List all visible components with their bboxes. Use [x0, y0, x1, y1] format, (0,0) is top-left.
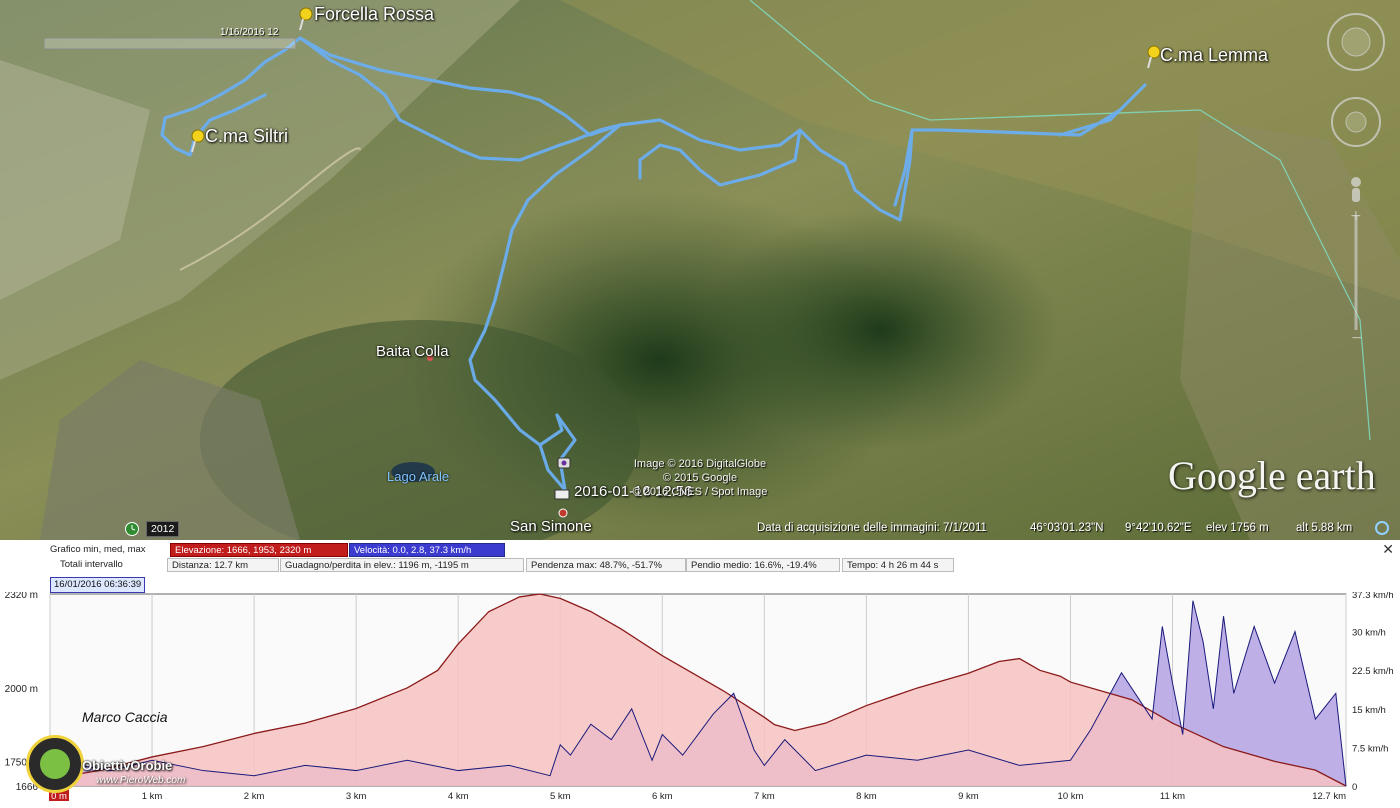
author-credit: Marco Caccia: [82, 709, 168, 725]
credit-line: © 2015 Google: [662, 472, 738, 484]
left-axis-tick-label: 2320 m: [5, 592, 38, 601]
pin-icon: [299, 7, 313, 31]
right-axis-tick-label: 22.5 km/h: [1352, 666, 1394, 677]
status-indicator-icon: [1375, 521, 1389, 535]
satellite-map-view[interactable]: 1/16/2016 12 Forcella Rossa C.ma Lemma C…: [0, 0, 1400, 540]
elevation-readout: elev 1756 m: [1206, 522, 1269, 534]
x-axis-tick-label: 1 km: [142, 791, 163, 802]
logo-name: ObiettivOrobie: [82, 758, 173, 773]
right-axis-tick-label: 0: [1352, 782, 1357, 793]
right-axis-tick-label: 37.3 km/h: [1352, 592, 1394, 601]
imagery-year-badge[interactable]: 2012: [146, 521, 180, 537]
street-view-pegman-icon: [1351, 177, 1361, 202]
x-axis-tick-label: 5 km: [550, 791, 571, 802]
cursor-timestamp: 16/01/2016 06:36:39: [50, 577, 146, 593]
left-axis-tick-label: 2000 m: [5, 684, 38, 695]
latitude-readout: 46°03'01.23"N: [1030, 522, 1104, 534]
elevation-gain-summary: Guadagno/perdita in elev.: 1196 m, -1195…: [280, 558, 524, 572]
move-joystick-icon: [1345, 111, 1367, 133]
logo-url: www.PieroWeb.com: [96, 775, 186, 786]
pin-icon: [1147, 45, 1161, 69]
look-joystick-icon: [1341, 27, 1371, 57]
credit-line: Image © 2016 DigitalGlobe: [633, 458, 767, 470]
avg-slope-summary: Pendio medio: 16.6%, -19.4%: [686, 558, 840, 572]
place-marker-icon: [557, 457, 571, 469]
obiettivorobie-logo-icon: [26, 735, 84, 793]
x-axis-tick-label: 11 km: [1160, 791, 1185, 802]
right-axis-tick-label: 30 km/h: [1352, 628, 1386, 639]
waypoint-label-cma-lemma[interactable]: C.ma Lemma: [1160, 45, 1268, 66]
x-axis-tick-label: 4 km: [448, 791, 469, 802]
altitude-readout: alt 5.88 km: [1296, 522, 1353, 534]
pin-icon: [191, 129, 205, 153]
zoom-in-icon: +: [1350, 208, 1362, 224]
credit-line: © 2016 CNES / Spot Image: [632, 486, 768, 498]
totals-label: Totali intervallo: [60, 559, 123, 570]
x-axis-tick-label: 10 km: [1058, 791, 1084, 802]
imagery-credits: Image © 2016 DigitalGlobe © 2015 Google …: [600, 457, 800, 499]
place-label-san-simone[interactable]: San Simone: [510, 518, 592, 535]
place-label-lago-arale[interactable]: Lago Arale: [387, 469, 449, 484]
elevation-summary-toggle[interactable]: Elevazione: 1666, 1953, 2320 m: [170, 543, 348, 557]
close-profile-icon[interactable]: ✕: [1382, 542, 1394, 558]
time-summary: Tempo: 4 h 26 m 44 s: [842, 558, 954, 572]
historical-imagery-clock-icon[interactable]: [124, 521, 140, 537]
x-axis-tick-label: 12.7 km: [1312, 791, 1346, 802]
zoom-out-icon: −: [1351, 330, 1363, 346]
waypoint-label-cma-siltri[interactable]: C.ma Siltri: [205, 126, 288, 147]
elevation-profile-panel: Grafico min, med, max Elevazione: 1666, …: [0, 540, 1400, 808]
max-slope-summary: Pendenza max: 48.7%, -51.7%: [526, 558, 686, 572]
waypoint-label-forcella-rossa[interactable]: Forcella Rossa: [314, 4, 434, 25]
x-axis-tick-label: 6 km: [652, 791, 673, 802]
longitude-readout: 9°42'10.62"E: [1125, 522, 1192, 534]
right-axis-tick-label: 15 km/h: [1352, 705, 1386, 716]
speed-summary-toggle[interactable]: Velocità: 0.0, 2.8, 37.3 km/h: [349, 543, 505, 557]
place-marker-icon: [558, 508, 568, 518]
x-axis-tick-label: 8 km: [856, 791, 877, 802]
place-marker-icon: [554, 489, 570, 500]
x-axis-tick-label: 3 km: [346, 791, 367, 802]
x-axis-tick-label: 2 km: [244, 791, 265, 802]
distance-summary: Distanza: 12.7 km: [167, 558, 279, 572]
right-axis-tick-label: 7.5 km/h: [1352, 743, 1388, 754]
google-earth-window: 1/16/2016 12 Forcella Rossa C.ma Lemma C…: [0, 0, 1400, 808]
x-axis-tick-label: 9 km: [958, 791, 979, 802]
google-earth-logo: Google earth: [1168, 453, 1376, 498]
place-label-baita-colla[interactable]: Baita Colla: [376, 343, 449, 360]
x-axis-tick-label: 7 km: [754, 791, 775, 802]
navigation-controls[interactable]: + −: [1322, 10, 1392, 370]
acquisition-date: Data di acquisizione delle immagini: 7/1…: [757, 522, 987, 534]
graph-label: Grafico min, med, max: [50, 544, 146, 555]
elevation-speed-chart[interactable]: 2320 m2000 m1750 m1666 37.3 km/h30 km/h2…: [0, 592, 1400, 808]
